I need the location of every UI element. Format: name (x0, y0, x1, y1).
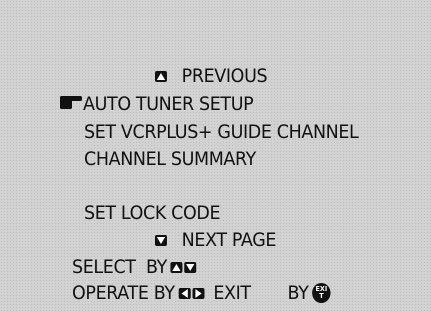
down-arrow-key-icon (184, 261, 197, 273)
up-arrow-key-icon (170, 261, 183, 273)
up-arrow-key-icon (155, 70, 167, 82)
exit-button-icon: EXIT (312, 283, 331, 303)
right-arrow-key-icon (192, 287, 205, 299)
down-arrow-key-icon (155, 234, 167, 246)
exit-label: EXIT (213, 282, 251, 304)
menu-item-auto-tuner-setup[interactable]: AUTO TUNER SETUP (60, 93, 254, 115)
menu-item-label: AUTO TUNER SETUP (83, 93, 254, 115)
menu-item-label: SET LOCK CODE (84, 202, 221, 224)
menu-item-set-lock-code[interactable]: SET LOCK CODE (84, 202, 221, 224)
select-instruction: SELECT BY (72, 256, 198, 278)
menu-item-set-vcrplus-guide-channel[interactable]: SET VCRPLUS+ GUIDE CHANNEL (84, 121, 359, 143)
left-arrow-key-icon (178, 287, 191, 299)
menu-item-label: CHANNEL SUMMARY (84, 148, 256, 170)
menu-item-label: SET VCRPLUS+ GUIDE CHANNEL (84, 121, 359, 143)
pointing-hand-cursor-icon (60, 93, 83, 115)
operate-label: OPERATE BY (72, 282, 175, 304)
by-label: BY (287, 282, 309, 304)
next-page-item[interactable]: NEXT PAGE (155, 229, 276, 251)
menu-item-channel-summary[interactable]: CHANNEL SUMMARY (84, 148, 256, 170)
next-page-label: NEXT PAGE (181, 229, 277, 251)
previous-label: PREVIOUS (181, 65, 268, 87)
previous-page-item[interactable]: PREVIOUS (155, 65, 268, 87)
vcr-menu-screen: PREVIOUS AUTO TUNER SETUP SET VCRPLUS+ G… (0, 0, 431, 312)
operate-instruction: OPERATE BY EXIT BY EXIT (72, 282, 331, 304)
select-label: SELECT BY (72, 256, 167, 278)
